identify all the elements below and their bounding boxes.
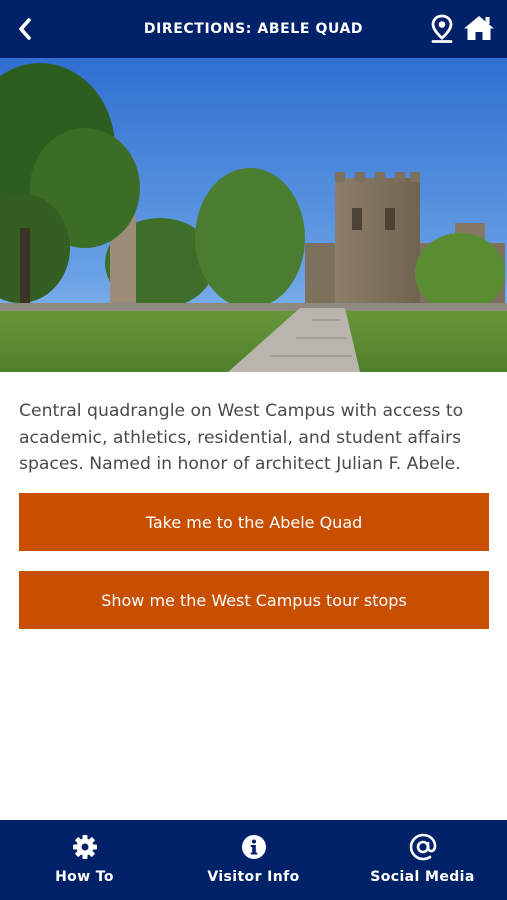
nav-item-social-media[interactable]: Social Media — [338, 820, 507, 900]
nav-item-visitor-info[interactable]: Visitor Info — [169, 820, 338, 900]
location-photo — [0, 58, 507, 372]
take-me-to-location-button[interactable]: Take me to the Abele Quad — [19, 493, 489, 551]
home-button[interactable] — [461, 12, 497, 44]
nav-item-how-to[interactable]: How To — [0, 820, 169, 900]
nav-label-social-media: Social Media — [370, 869, 475, 885]
bottom-navigation: How To Visitor Info Social Media — [0, 820, 507, 900]
nav-label-how-to: How To — [55, 869, 114, 885]
campus-photo-illustration — [0, 58, 507, 372]
location-description: Central quadrangle on West Campus with a… — [19, 401, 464, 474]
map-location-button[interactable] — [428, 13, 456, 45]
show-tour-stops-button[interactable]: Show me the West Campus tour stops — [19, 571, 489, 629]
chevron-left-icon — [19, 18, 31, 40]
map-pin-icon — [431, 14, 453, 43]
at-icon — [409, 833, 437, 861]
page-title: DIRECTIONS: ABELE QUAD — [143, 21, 364, 37]
back-button[interactable] — [10, 14, 40, 44]
top-app-bar: DIRECTIONS: ABELE QUAD — [0, 0, 507, 58]
gear-icon — [72, 833, 98, 861]
info-icon — [241, 833, 267, 861]
nav-label-visitor-info: Visitor Info — [207, 869, 300, 885]
home-icon — [464, 16, 494, 40]
